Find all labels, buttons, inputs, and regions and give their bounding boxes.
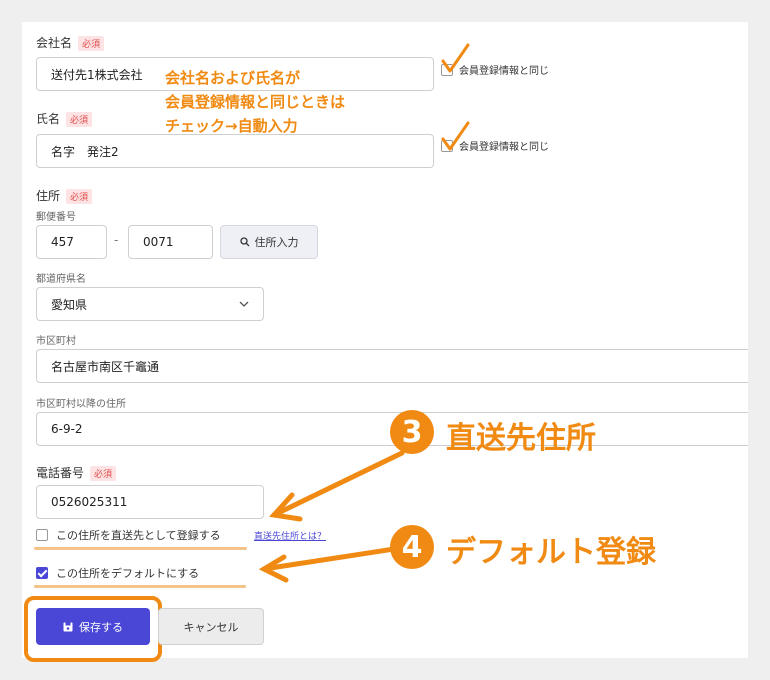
annotation-arrows (258, 450, 405, 583)
address-form-card: 会社名 必須 送付先1株式会社 会員登録情報と同じ 氏名 必須 名字 発注2 会員登… (22, 22, 748, 662)
